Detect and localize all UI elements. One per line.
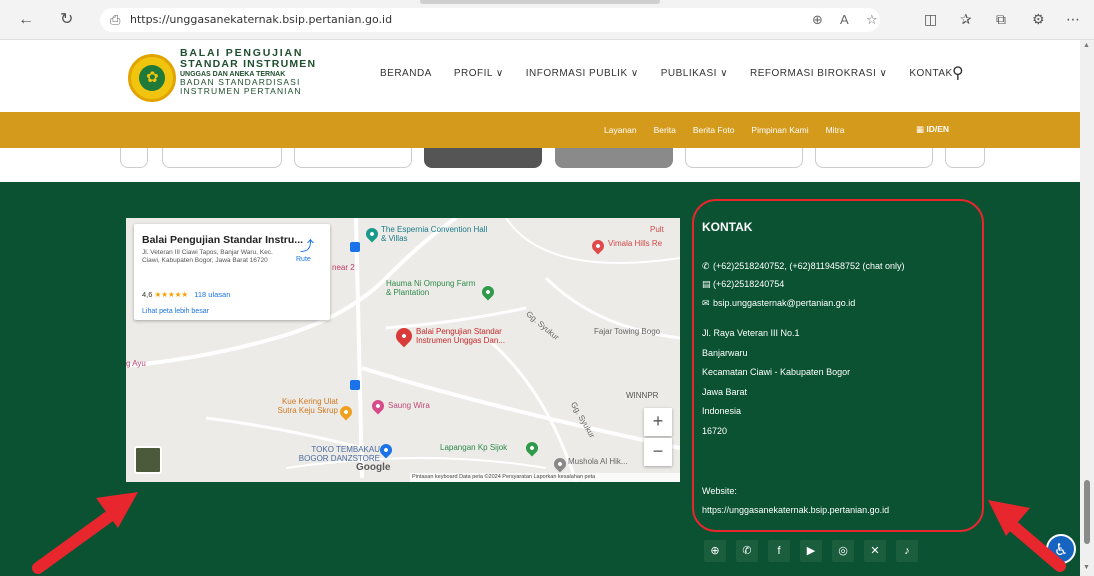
logo[interactable]: ✿ [128,54,176,102]
scrollbar-thumb[interactable] [1084,480,1090,544]
more-menu-icon[interactable]: ⋯ [1066,11,1080,28]
place-address: Jl. Veteran III Ciawi Tapos, Banjar Waru… [142,249,273,265]
larger-map-link[interactable]: Lihat peta lebih besar [142,308,209,315]
language-label: ID/EN [926,124,950,134]
brand-line-2: STANDAR INSTRUMEN [180,58,317,71]
satellite-toggle[interactable] [134,446,162,474]
nav-beranda[interactable]: BERANDA [380,68,432,79]
embedded-map[interactable]: Balai Pengujian Standar Instru... Jl. Ve… [126,218,680,482]
bus-stop-icon [350,242,360,252]
partner-logo[interactable] [162,148,282,168]
place-rating: 4,6 ★★★★★ 118 ulasan [142,290,230,299]
partner-logo[interactable] [945,148,985,168]
partner-logo[interactable] [294,148,412,168]
partner-logo[interactable] [685,148,803,168]
social-links: ⊕ ✆ f ▶ ◎ ✕ ♪ [704,540,928,562]
search-icon[interactable]: ⚲ [952,63,964,83]
label-saung[interactable]: Saung Wira [388,401,430,411]
partner-logo[interactable] [555,148,673,168]
partner-logo[interactable] [815,148,933,168]
nav-publikasi[interactable]: PUBLIKASI ∨ [661,68,728,79]
label-vimala[interactable]: Vimala Hills Re [608,239,662,249]
directions-icon[interactable]: ⤴ [300,236,314,256]
favorites-icon[interactable]: ✰ [960,11,972,28]
label-ayu: g Ayu [126,359,146,368]
place-title[interactable]: Balai Pengujian Standar Instru... [142,234,303,246]
scrollbar[interactable]: ▲ ▼ [1080,40,1094,576]
contact-highlight-annotation [692,199,984,532]
browser-toolbar: ← ↻ ⎙ https://unggasanekaternak.bsip.per… [0,0,1094,40]
rating-value: 4,6 [142,290,153,299]
whatsapp-icon[interactable]: ✆ [736,540,758,562]
place-card: Balai Pengujian Standar Instru... Jl. Ve… [134,224,330,320]
label-hauma[interactable]: Hauma Ni Ompung Farm & Plantation [386,279,480,298]
accessibility-icon[interactable]: ♿ [1046,534,1076,564]
label-toko[interactable]: TOKO TEMBAKAU BOGOR DANZSTORE [296,445,380,464]
main-nav: BERANDA PROFIL ∨ INFORMASI PUBLIK ∨ PUBL… [380,68,975,79]
label-winn: WINNPR [626,391,659,400]
nav-profil[interactable]: PROFIL ∨ [454,68,504,79]
brand-line-5: INSTRUMEN PERTANIAN [180,86,302,97]
url-text[interactable]: https://unggasanekaternak.bsip.pertanian… [130,13,392,26]
scroll-up-icon[interactable]: ▲ [1083,42,1090,49]
favorite-star-icon[interactable]: ☆ [866,12,878,28]
link-layanan[interactable]: Layanan [604,125,637,135]
bus-stop-icon [350,380,360,390]
back-icon[interactable]: ← [18,12,34,28]
leaf-icon: ✿ [146,69,159,86]
extensions-icon[interactable]: ⚙ [1032,11,1045,28]
x-icon[interactable]: ✕ [864,540,886,562]
label-pult: Pult [650,225,664,234]
logo-emblem: ✿ [139,65,165,91]
language-switch[interactable]: ▦ ID/EN [916,124,949,135]
route-link[interactable]: Rute [296,256,311,263]
secondary-nav-bar: Layanan Berita Berita Foto Pimpinan Kami… [0,112,1080,148]
label-balai[interactable]: Balai Pengujian Standar Instrumen Unggas… [416,327,520,346]
map-attribution[interactable]: Pintasan keyboard Data peta ©2024 Persya… [410,473,680,482]
secondary-nav: Layanan Berita Berita Foto Pimpinan Kami… [604,125,861,135]
partner-logo[interactable] [120,148,148,168]
nav-reformasi-birokrasi[interactable]: REFORMASI BIROKRASI ∨ [750,68,887,79]
label-lapangan[interactable]: Lapangan Kp Sijok [440,443,507,453]
globe-icon[interactable]: ⊕ [704,540,726,562]
tiktok-icon[interactable]: ♪ [896,540,918,562]
label-fajar[interactable]: Fajar Towing Bogo [594,327,660,337]
refresh-icon[interactable]: ↻ [60,12,73,28]
link-berita[interactable]: Berita [654,125,676,135]
youtube-icon[interactable]: ▶ [800,540,822,562]
label-near: near 2 [332,263,355,272]
partner-logos [0,148,1080,182]
site-header: ✿ BALAI PENGUJIAN STANDAR INSTRUMEN UNGG… [0,40,1080,112]
label-mushola[interactable]: Mushola Al Hik... [568,457,628,467]
zoom-in-button[interactable]: + [644,408,672,436]
collections-icon[interactable]: ⧉ [996,11,1006,28]
instagram-icon[interactable]: ◎ [832,540,854,562]
nav-informasi-publik[interactable]: INFORMASI PUBLIK ∨ [526,68,639,79]
page-info-icon[interactable]: ⎙ [110,12,120,28]
tab-strip [420,0,660,4]
facebook-icon[interactable]: f [768,540,790,562]
label-espernia[interactable]: The Espernia Convention Hall & Villas [381,225,491,244]
link-pimpinan-kami[interactable]: Pimpinan Kami [751,125,808,135]
link-berita-foto[interactable]: Berita Foto [693,125,735,135]
rating-stars: ★★★★★ [154,290,189,299]
reviews-link[interactable]: 118 ulasan [194,290,230,299]
brand-name[interactable]: BALAI PENGUJIAN STANDAR INSTRUMEN UNGGAS… [180,47,317,97]
link-mitra[interactable]: Mitra [826,125,845,135]
split-screen-icon[interactable]: ◫ [924,11,937,28]
read-aloud-icon[interactable]: A [840,12,849,27]
nav-kontak[interactable]: KONTAK [909,68,952,79]
zoom-icon[interactable]: ⊕ [812,12,823,28]
label-kue[interactable]: Kue Kering Ulat Sutra Keju Skrup [266,397,338,416]
flag-icon: ▦ [916,124,927,134]
google-logo: Google [356,462,391,473]
scroll-down-icon[interactable]: ▼ [1083,564,1090,571]
partner-logo[interactable] [424,148,542,168]
zoom-out-button[interactable]: − [644,438,672,466]
